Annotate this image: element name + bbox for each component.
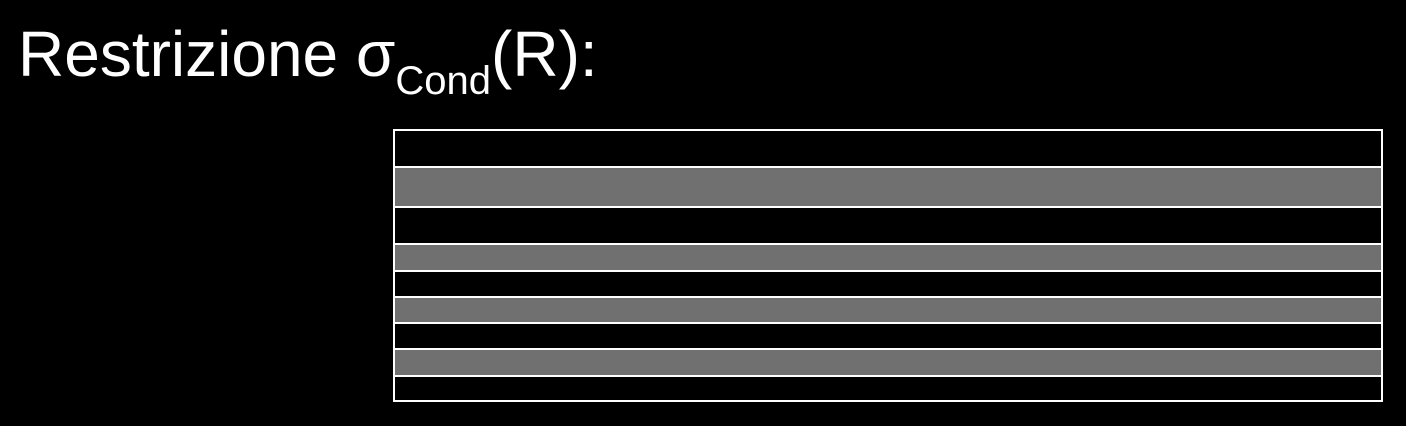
selected-tuple-row bbox=[395, 243, 1381, 270]
slide: Restrizione σCond(R): bbox=[0, 0, 1406, 426]
title-subscript: Cond bbox=[395, 59, 492, 103]
selected-tuple-row bbox=[395, 348, 1381, 375]
slide-title: Restrizione σCond(R): bbox=[18, 8, 598, 109]
relation-table bbox=[393, 129, 1383, 402]
selected-tuple-row bbox=[395, 166, 1381, 206]
selected-tuple-row bbox=[395, 295, 1381, 323]
tuple-row bbox=[395, 374, 1381, 400]
tuple-row bbox=[395, 205, 1381, 244]
title-suffix: (R): bbox=[491, 18, 598, 90]
tuple-row bbox=[395, 131, 1381, 167]
tuple-row bbox=[395, 322, 1381, 349]
title-prefix: Restrizione σ bbox=[18, 18, 396, 90]
tuple-row bbox=[395, 269, 1381, 296]
